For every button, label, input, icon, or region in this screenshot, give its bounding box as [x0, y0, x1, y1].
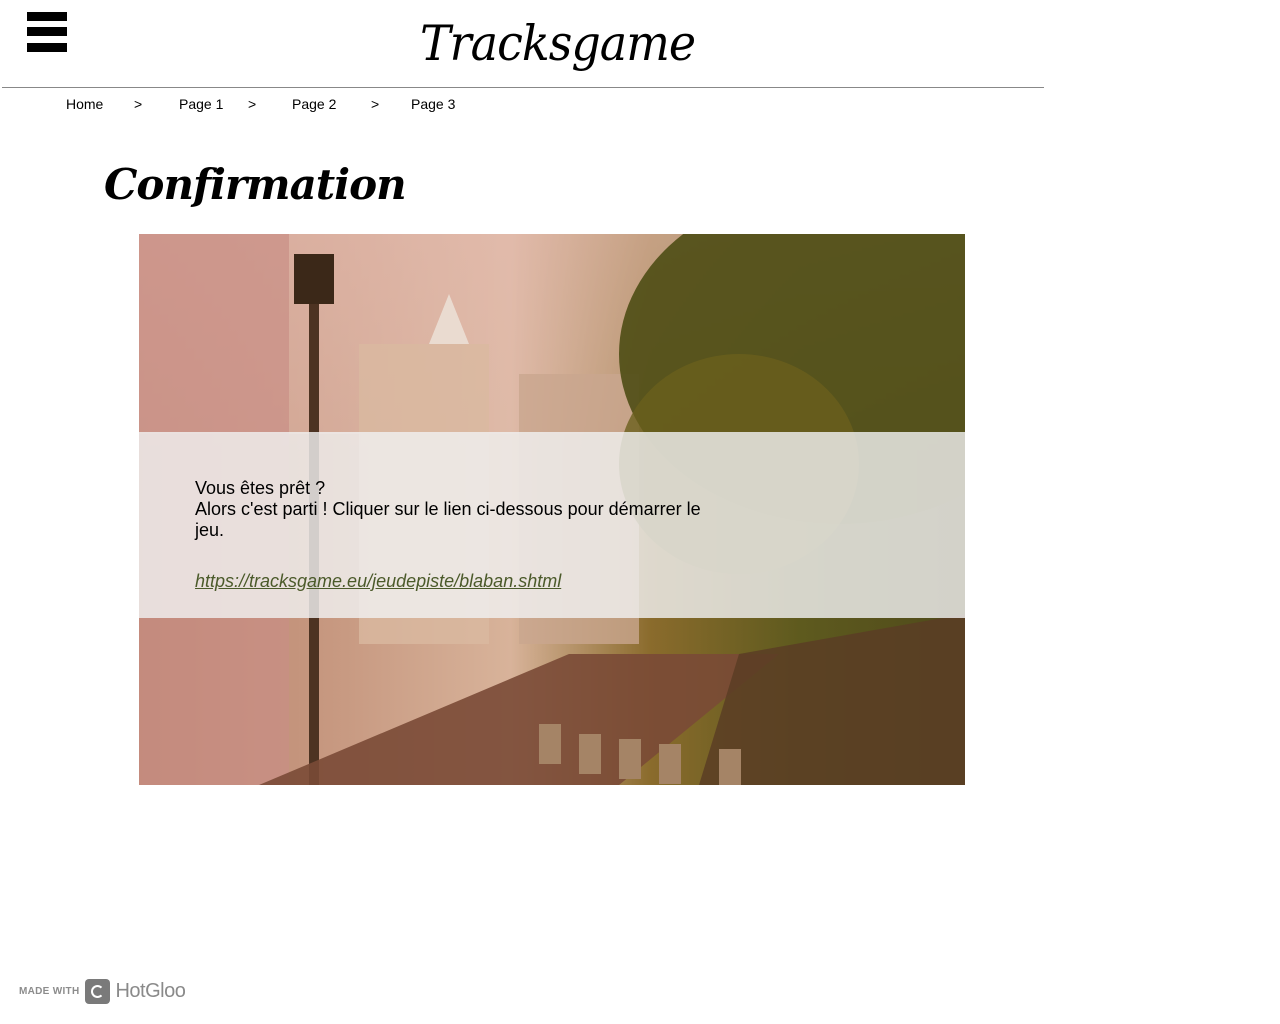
made-with-hotgloo-badge[interactable]: MADE WITH HotGloo [19, 978, 186, 1004]
page-title: Confirmation [104, 160, 407, 209]
hamburger-menu-icon[interactable] [27, 12, 67, 52]
message-panel: Vous êtes prêt ? Alors c'est parti ! Cli… [139, 432, 965, 618]
breadcrumb-page-1[interactable]: Page 1 [179, 96, 223, 112]
breadcrumb-separator: > [248, 96, 257, 112]
made-with-label: MADE WITH [19, 985, 80, 997]
hotgloo-brand-name: HotGloo [115, 979, 186, 1002]
breadcrumb-separator: > [134, 96, 143, 112]
hero-image-street: Vous êtes prêt ? Alors c'est parti ! Cli… [139, 234, 965, 785]
breadcrumb-page-3[interactable]: Page 3 [411, 96, 455, 112]
hotgloo-logo-icon [85, 978, 111, 1004]
breadcrumb-page-2[interactable]: Page 2 [292, 96, 336, 112]
message-question: Vous êtes prêt ? [195, 478, 326, 498]
header-divider [2, 87, 1044, 88]
game-start-link[interactable]: https://tracksgame.eu/jeudepiste/blaban.… [195, 571, 561, 592]
site-title: Tracksgame [420, 14, 696, 72]
breadcrumb-separator: > [371, 96, 380, 112]
message-instruction: Alors c'est parti ! Cliquer sur le lien … [195, 499, 701, 540]
breadcrumb-home[interactable]: Home [66, 96, 103, 112]
